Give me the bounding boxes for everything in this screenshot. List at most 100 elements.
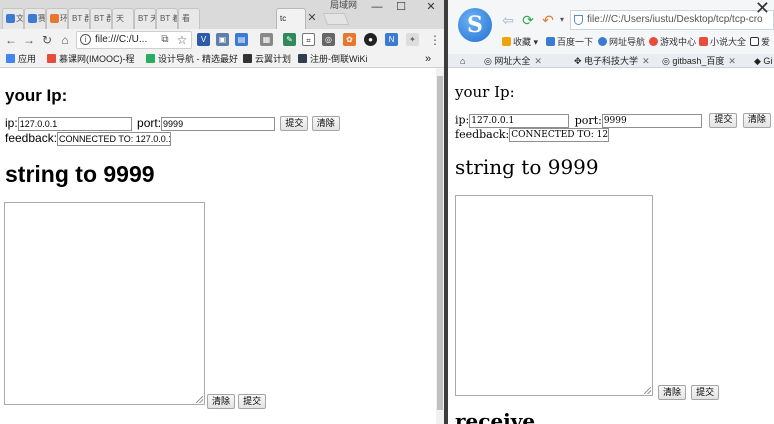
extension-square-icon[interactable]: ▣ (216, 33, 229, 46)
bookmark-label: 爱 (761, 37, 771, 47)
tab-9[interactable]: 看 (178, 8, 200, 29)
home-icon[interactable]: ⌂ (57, 32, 73, 48)
message-textarea[interactable] (455, 195, 653, 396)
window-title: 局域网 (330, 0, 358, 10)
tab-close-icon[interactable]: ✕ (306, 12, 318, 24)
tab-gi[interactable]: ◆ Gi (752, 54, 774, 68)
tab-6[interactable]: 天 (112, 8, 134, 29)
tab-5[interactable]: BT 群 (90, 8, 112, 29)
address-bar[interactable]: file:///C:/Users/iustu/Desktop/tcp/tcp-c… (570, 10, 774, 30)
connection-form: ip: 127.0.0.1 port: 9999 提交 清除 (5, 116, 340, 132)
minimize-icon[interactable]: — (366, 0, 388, 14)
bookmark-imooc[interactable]: 慕课网(IMOOC)-程 (47, 52, 135, 67)
tab-url-nav[interactable]: ◎ 网址大全 ✕ (482, 54, 568, 68)
tab-label: 电子科技大学 (584, 56, 639, 66)
clear-button[interactable]: 清除 (742, 113, 771, 128)
ip-input[interactable]: 127.0.0.1 (17, 116, 132, 131)
translate-icon[interactable]: ⧉ (157, 32, 173, 48)
tab-8[interactable]: BT 着 (156, 8, 178, 29)
tab-7[interactable]: BT 天 (134, 8, 156, 29)
port-label: port: (574, 113, 602, 127)
forward-icon[interactable]: → (21, 32, 37, 48)
tab-2[interactable]: 赛 (24, 8, 46, 29)
bookmark-wiki[interactable]: 注册-倒联WiKi (298, 52, 368, 67)
close-window-icon[interactable]: ✕ (420, 0, 442, 14)
bookmark-yunyi[interactable]: 云翼计划 (243, 52, 291, 67)
back-icon[interactable]: ⇦ (500, 12, 516, 28)
bookmark-ai[interactable]: 爱 (750, 35, 770, 49)
address-text: file:///C:/Users/iustu/Desktop/tcp/tcp-c… (587, 14, 763, 25)
extension-v-icon[interactable]: V (197, 33, 210, 46)
clear-button[interactable]: 清除 (311, 116, 340, 132)
bookmarks-overflow-icon[interactable]: » (425, 52, 431, 67)
tab-close-icon[interactable]: ✕ (728, 56, 736, 66)
undo-dropdown-icon[interactable]: ▾ (554, 12, 570, 28)
info-icon[interactable]: i (80, 34, 91, 45)
scrollbar-thumb[interactable] (437, 76, 443, 410)
feedback-output[interactable]: CONNECTED TO: 127.0.0 (509, 128, 610, 142)
tab-active[interactable]: tc (276, 8, 306, 29)
extension-dark-icon[interactable]: ● (364, 33, 377, 46)
extension-crop-icon[interactable]: ⌗ (302, 33, 315, 46)
extension-window-icon[interactable]: ▤ (235, 33, 248, 46)
reload-icon[interactable]: ⟳ (520, 12, 536, 28)
sogou-logo-icon[interactable]: S (458, 8, 492, 42)
tab-label: 环 (60, 14, 68, 23)
textarea-submit-button[interactable]: 提交 (691, 385, 720, 400)
feedback-output[interactable]: CONNECTED TO: 127.0.0.1 (57, 131, 172, 146)
bookmark-apps[interactable]: 应用 (6, 52, 36, 67)
bookmark-label: 百度一下 (557, 37, 594, 47)
extension-circle-icon[interactable]: ◎ (322, 33, 335, 46)
bookmark-novels[interactable]: 小说大全 (699, 35, 746, 49)
tab-1[interactable]: 文 (2, 8, 24, 29)
home-tab-icon[interactable]: ⌂ (458, 54, 468, 68)
menu-icon[interactable]: ⋮ (427, 32, 443, 48)
extension-grid-icon[interactable]: ▦ (260, 33, 273, 46)
bookmark-favorites[interactable]: 收藏 ▾ (502, 35, 538, 49)
extension-pen-icon[interactable]: ✎ (283, 33, 296, 46)
maximize-icon[interactable]: ☐ (390, 0, 412, 14)
textarea-clear-button[interactable]: 清除 (658, 385, 687, 400)
resize-grip-icon[interactable] (196, 396, 203, 403)
textarea-submit-button[interactable]: 提交 (238, 394, 267, 409)
extension-new-icon[interactable]: N (385, 33, 398, 46)
extension-puzzle-icon[interactable]: ✦ (406, 33, 419, 46)
bookmark-design-nav[interactable]: 设计导航 - 精选最好 (146, 52, 238, 67)
close-window-icon[interactable]: ✕ (755, 0, 770, 19)
port-input[interactable]: 9999 (601, 113, 702, 128)
apps-icon (6, 54, 15, 63)
bookmark-star-icon[interactable]: ☆ (174, 32, 190, 48)
tab-label: 赛 (38, 14, 46, 23)
bookmark-url-nav[interactable]: 网址导航 (598, 35, 645, 49)
page-icon (750, 37, 759, 46)
vertical-scrollbar[interactable] (436, 68, 444, 424)
textarea-clear-button[interactable]: 清除 (207, 394, 236, 409)
right-browser-window: S ⇦ ⟳ ↶ ▾ file:///C:/Users/iustu/Desktop… (448, 0, 774, 424)
tab-label: BT 天 (138, 14, 155, 23)
bookmark-games[interactable]: 游戏中心 (649, 35, 696, 49)
back-icon[interactable]: ← (3, 32, 19, 48)
extension-color-icon[interactable]: ✿ (343, 33, 356, 46)
ip-input[interactable]: 127.0.0.1 (469, 113, 570, 128)
novel-icon (699, 37, 708, 46)
baidu-icon (546, 37, 555, 46)
new-tab-button[interactable] (322, 13, 350, 25)
string-heading: string to 9999 (5, 161, 155, 187)
message-textarea[interactable] (4, 202, 205, 405)
tab-close-icon[interactable]: ✕ (534, 56, 542, 66)
submit-button[interactable]: 提交 (280, 116, 309, 132)
bookmark-label: 应用 (18, 54, 37, 64)
port-input[interactable]: 9999 (161, 116, 276, 131)
tab-uestc[interactable]: ✥ 电子科技大学 ✕ (572, 54, 658, 68)
tab-label: Gi (763, 56, 773, 66)
bookmark-baidu[interactable]: 百度一下 (546, 35, 593, 49)
tab-3[interactable]: 环 (46, 8, 68, 29)
tab-gitbash[interactable]: ◎ gitbash_百度 ✕ (660, 54, 750, 68)
resize-grip-icon[interactable] (644, 387, 651, 394)
tab-close-icon[interactable]: ✕ (642, 56, 650, 66)
reload-icon[interactable]: ↻ (39, 32, 55, 48)
string-heading: string to 9999 (455, 155, 599, 179)
submit-button[interactable]: 提交 (709, 113, 738, 128)
bookmark-label: 注册-倒联WiKi (310, 54, 368, 64)
tab-4[interactable]: BT 群 (68, 8, 90, 29)
